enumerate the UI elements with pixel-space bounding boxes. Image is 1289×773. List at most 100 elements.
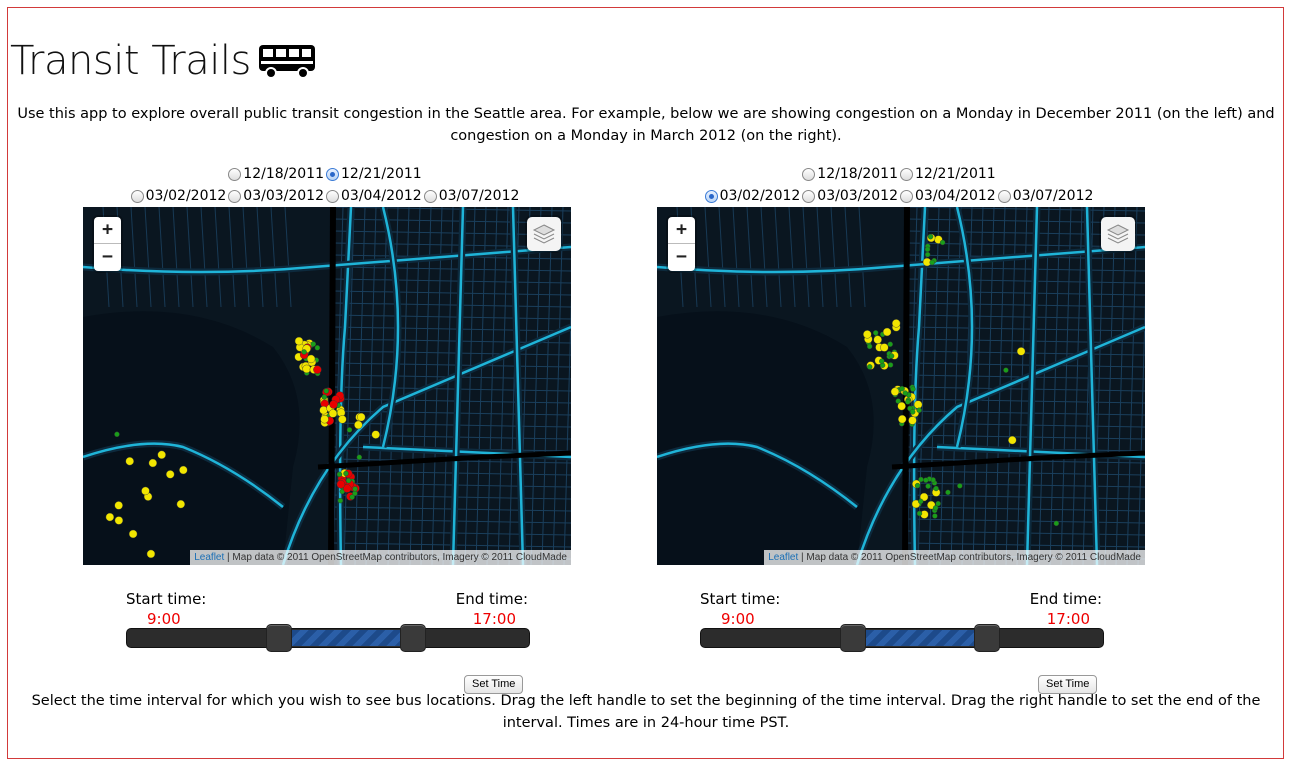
end-handle[interactable] xyxy=(400,624,426,652)
bus-location-marker xyxy=(314,345,321,351)
date-radio[interactable]: 12/21/2011 xyxy=(900,163,996,185)
bus-location-marker xyxy=(927,233,934,240)
map-left[interactable]: + − Leaflet | Map data © 2011 OpenStreet… xyxy=(83,207,571,565)
bus-location-marker xyxy=(933,485,939,492)
bus-location-marker xyxy=(338,415,347,424)
date-radio[interactable]: 03/07/2012 xyxy=(423,185,519,207)
radio-icon[interactable] xyxy=(704,189,718,203)
date-radio[interactable]: 12/18/2011 xyxy=(228,163,324,185)
bus-location-marker xyxy=(1008,435,1017,445)
bus-location-marker xyxy=(897,401,906,411)
bus-location-marker xyxy=(157,450,166,459)
app-title: Transit Trails xyxy=(10,38,319,84)
intro-text: Use this app to explore overall public t… xyxy=(17,106,1275,144)
bus-location-marker xyxy=(310,341,317,347)
bus-location-marker xyxy=(321,394,328,400)
bus-location-marker xyxy=(354,420,363,430)
layers-button[interactable] xyxy=(527,217,561,251)
date-row-2: 03/02/2012 03/03/2012 03/04/2012 03/07/2… xyxy=(684,185,1114,207)
radio-icon[interactable] xyxy=(228,189,242,203)
bus-location-marker xyxy=(882,327,892,337)
app-title-text: Transit Trails xyxy=(10,38,251,84)
bus-location-marker xyxy=(313,365,322,374)
map-tiles[interactable] xyxy=(657,207,1145,565)
bus-location-marker xyxy=(914,482,921,489)
date-radio[interactable]: 03/02/2012 xyxy=(704,185,800,207)
bus-location-marker xyxy=(866,343,873,350)
slider-track[interactable] xyxy=(126,624,530,652)
date-radio[interactable]: 03/04/2012 xyxy=(326,185,422,207)
radio-icon[interactable] xyxy=(997,189,1011,203)
start-time-value: 9:00 xyxy=(147,610,181,628)
radio-icon[interactable] xyxy=(326,189,339,203)
radio-icon[interactable] xyxy=(423,189,437,203)
start-time-label: Start time: xyxy=(700,590,781,608)
radio-icon[interactable] xyxy=(326,167,339,181)
date-radio[interactable]: 03/03/2012 xyxy=(228,185,324,207)
zoom-out-button[interactable]: − xyxy=(668,244,695,271)
bus-location-marker xyxy=(323,388,329,394)
bus-location-marker xyxy=(879,358,885,364)
zoom-control: + − xyxy=(94,217,121,271)
date-radio[interactable]: 12/18/2011 xyxy=(802,163,898,185)
date-radio[interactable]: 03/04/2012 xyxy=(900,185,996,207)
layers-icon xyxy=(532,224,556,244)
bus-location-marker xyxy=(916,510,923,517)
zoom-out-button[interactable]: − xyxy=(94,244,121,271)
bus-location-marker xyxy=(349,494,355,500)
bus-location-marker xyxy=(166,470,175,479)
end-time-label: End time: xyxy=(455,590,528,608)
bus-location-marker xyxy=(905,399,911,405)
zoom-in-button[interactable]: + xyxy=(668,217,695,244)
bus-location-marker xyxy=(880,343,889,352)
bus-location-marker xyxy=(957,483,963,489)
leaflet-link[interactable]: Leaflet xyxy=(768,552,798,563)
start-time-label: Start time: xyxy=(126,590,207,608)
bus-location-marker xyxy=(146,549,156,559)
bus-icon xyxy=(258,45,315,79)
slider-range xyxy=(866,630,974,646)
bus-location-marker xyxy=(923,477,929,483)
bus-location-marker xyxy=(924,251,931,258)
date-radio[interactable]: 03/03/2012 xyxy=(802,185,898,207)
layers-button[interactable] xyxy=(1101,217,1135,251)
bus-location-marker xyxy=(320,414,329,424)
bus-location-marker xyxy=(319,406,328,415)
bus-location-marker xyxy=(352,486,358,492)
bus-location-marker xyxy=(892,319,901,328)
leaflet-link[interactable]: Leaflet xyxy=(194,552,224,563)
bus-location-marker xyxy=(337,497,344,504)
start-handle[interactable] xyxy=(266,624,292,652)
bus-location-marker xyxy=(357,412,366,422)
time-slider-left: Start time: End time: 9:00 17:00 xyxy=(126,590,530,652)
bus-location-marker xyxy=(925,483,931,489)
radio-icon[interactable] xyxy=(802,189,816,203)
zoom-in-button[interactable]: + xyxy=(94,217,121,244)
water-area xyxy=(83,311,300,565)
map-tiles[interactable] xyxy=(83,207,571,565)
radio-icon[interactable] xyxy=(900,167,913,181)
radio-icon[interactable] xyxy=(130,189,144,203)
date-selector-left: 12/18/2011 12/21/2011 03/02/2012 03/03/2… xyxy=(110,163,540,207)
bus-location-marker xyxy=(887,341,893,347)
bus-location-marker xyxy=(913,400,923,409)
start-time-value: 9:00 xyxy=(721,610,755,628)
bus-location-marker xyxy=(302,364,311,374)
radio-icon[interactable] xyxy=(228,167,242,181)
date-radio[interactable]: 12/21/2011 xyxy=(326,163,422,185)
date-radio[interactable]: 03/02/2012 xyxy=(130,185,226,207)
bus-location-marker xyxy=(887,362,894,368)
bus-location-marker xyxy=(932,513,938,519)
radio-icon[interactable] xyxy=(900,189,913,203)
slider-range xyxy=(292,630,400,646)
instructions-text: Select the time interval for which you w… xyxy=(31,693,1261,731)
start-handle[interactable] xyxy=(840,624,866,652)
map-attribution: Leaflet | Map data © 2011 OpenStreetMap … xyxy=(764,550,1145,565)
slider-track[interactable] xyxy=(700,624,1104,652)
bus-location-marker xyxy=(945,489,951,496)
bus-location-marker xyxy=(114,516,124,525)
map-right[interactable]: + − Leaflet | Map data © 2011 OpenStreet… xyxy=(657,207,1145,565)
end-handle[interactable] xyxy=(974,624,1000,652)
date-radio[interactable]: 03/07/2012 xyxy=(997,185,1093,207)
radio-icon[interactable] xyxy=(802,167,816,181)
